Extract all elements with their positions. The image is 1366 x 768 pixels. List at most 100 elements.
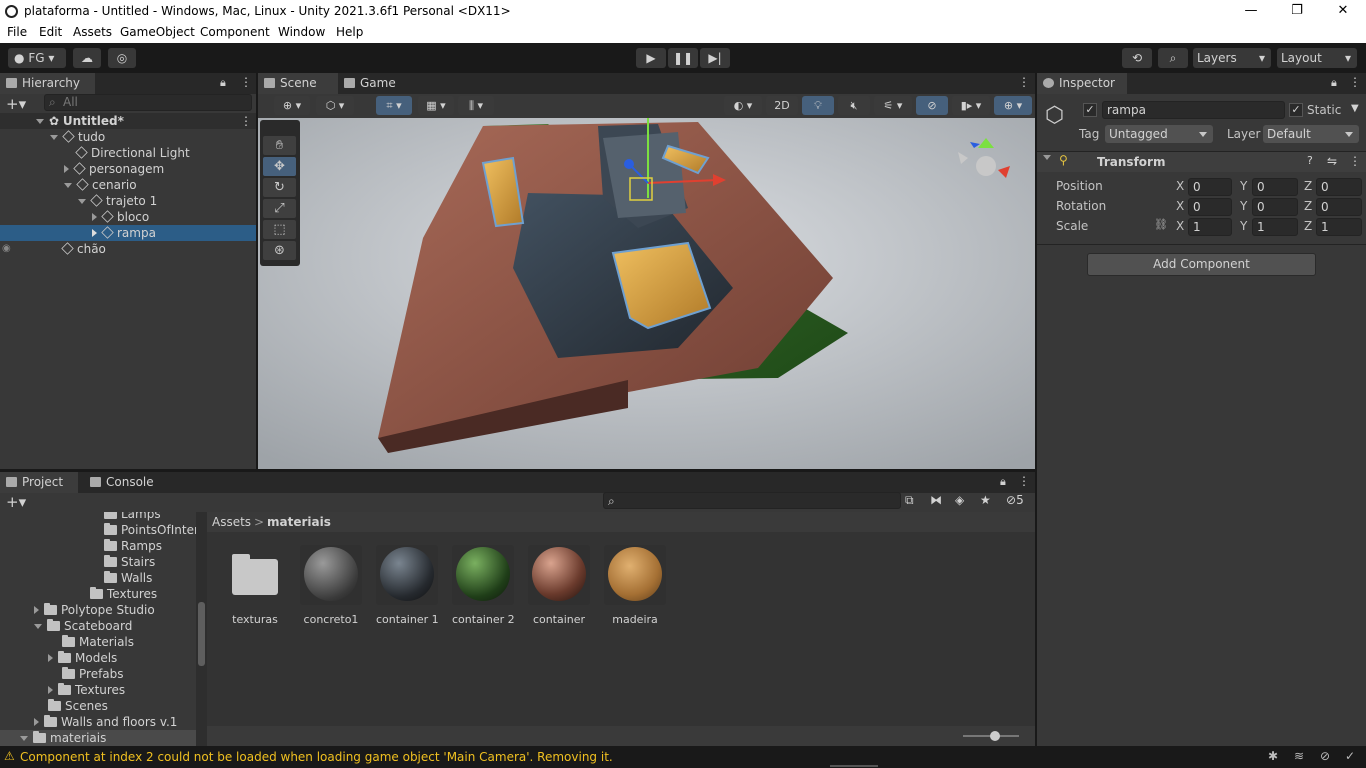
increment-snap-dropdown[interactable]: ⫼ ▾ [458, 96, 494, 115]
tab-game[interactable]: Game [338, 73, 408, 94]
status-message[interactable]: Component at index 2 could not be loaded… [20, 750, 613, 764]
tree-item-lamps[interactable]: Lamps [104, 512, 161, 522]
tab-hierarchy[interactable]: Hierarchy [0, 73, 95, 94]
lock-icon[interactable]: 🔒︎ [220, 76, 226, 90]
hierarchy-item-trajeto-1[interactable]: trajeto 1 [78, 193, 157, 209]
effects-dropdown[interactable]: ⚟ ▾ [874, 96, 912, 115]
tree-item-models[interactable]: Models [48, 650, 117, 666]
tree-item-materials[interactable]: Materials [62, 634, 134, 650]
hierarchy-search-input[interactable]: ⌕ All [44, 94, 252, 111]
menu-help[interactable]: Help [336, 25, 363, 39]
tab-scene[interactable]: Scene [258, 73, 338, 94]
menu-assets[interactable]: Assets [73, 25, 112, 39]
zoom-slider-thumb[interactable] [990, 731, 1000, 741]
hierarchy-item-personagem[interactable]: personagem [64, 161, 164, 177]
history-icon[interactable]: ⟲ [1122, 48, 1152, 68]
project-search-input[interactable]: ⌕ [603, 492, 901, 509]
filter-by-type-icon[interactable]: ⧓ [930, 493, 942, 507]
hand-tool-icon[interactable]: ✋︎ [263, 136, 296, 155]
scene-root-row[interactable]: ✿ Untitled* ⋮ [0, 113, 256, 129]
more-icon[interactable]: ⋮ [240, 113, 252, 129]
asset-texturas[interactable]: texturas [224, 545, 286, 626]
grid-snap-dropdown[interactable]: ⌗ ▾ [376, 96, 412, 115]
maximize-button[interactable]: ❐ [1274, 0, 1320, 23]
layer-dropdown[interactable]: Default [1263, 125, 1359, 143]
static-checkbox[interactable]: ✓ [1289, 103, 1303, 117]
presets-icon[interactable]: ⇋ [1327, 154, 1337, 168]
search-options-icon[interactable]: ⧉ [905, 493, 914, 508]
tree-item-walls-and-floors[interactable]: Walls and floors v.1 [34, 714, 177, 730]
hierarchy-item-bloco[interactable]: bloco [92, 209, 149, 225]
tree-item-walls[interactable]: Walls [104, 570, 152, 586]
asset-container-1[interactable]: container 1 [376, 545, 439, 626]
tree-item-scateboard[interactable]: Scateboard [34, 618, 132, 634]
menu-component[interactable]: Component [200, 25, 270, 39]
tree-item-ramps[interactable]: Ramps [104, 538, 162, 554]
transform-tool-icon[interactable]: ⊛ [263, 241, 296, 260]
tab-project[interactable]: Project [0, 472, 78, 493]
progress-check-icon[interactable]: ✓ [1345, 749, 1355, 763]
more-icon[interactable]: ⋮ [240, 75, 252, 89]
grid-dropdown[interactable]: ▦ ▾ [418, 96, 454, 115]
create-button[interactable]: +▾ [6, 493, 26, 511]
tree-item-polytope-studio[interactable]: Polytope Studio [34, 602, 155, 618]
tree-item-textures[interactable]: Textures [90, 586, 157, 602]
static-dropdown-icon[interactable]: ▼ [1351, 103, 1359, 114]
2d-toggle[interactable]: 2D [766, 96, 798, 115]
move-tool-icon[interactable]: ✥ [263, 157, 296, 176]
lock-icon[interactable]: 🔒︎ [1331, 76, 1337, 90]
lighting-toggle-icon[interactable]: 💡︎ [802, 96, 834, 115]
position-y-field[interactable]: 0 [1252, 178, 1298, 196]
tree-item-pointsofinterest[interactable]: PointsOfIntere [104, 522, 206, 538]
gameobject-icon[interactable]: ⬡ [1045, 103, 1064, 128]
gizmos-dropdown[interactable]: ⊕ ▾ [994, 96, 1032, 115]
minimize-button[interactable]: — [1228, 0, 1274, 23]
lock-icon[interactable]: 🔒︎ [1000, 475, 1006, 489]
add-button[interactable]: +▾ [6, 95, 26, 113]
collab-icon[interactable]: ◎ [108, 48, 136, 68]
hierarchy-item-chao[interactable]: ◉ chão [0, 241, 256, 257]
position-x-field[interactable]: 0 [1188, 178, 1232, 196]
shading-mode-dropdown[interactable]: ◐ ▾ [724, 96, 762, 115]
tool-handle-dropdown[interactable]: ⊕ ▾ [274, 96, 310, 115]
scale-x-field[interactable]: 1 [1188, 218, 1232, 236]
step-button[interactable]: ▶| [700, 48, 730, 68]
scale-tool-icon[interactable]: ⤢ [263, 199, 296, 218]
tree-item-materiais[interactable]: materiais [0, 730, 196, 746]
rotation-x-field[interactable]: 0 [1188, 198, 1232, 216]
hierarchy-item-cenario[interactable]: cenario [64, 177, 137, 193]
more-icon[interactable]: ⋮ [1349, 75, 1361, 89]
tree-item-scenes[interactable]: Scenes [48, 698, 108, 714]
pivot-dropdown[interactable]: ⬡ ▾ [316, 96, 354, 115]
pause-button[interactable]: ❚❚ [668, 48, 698, 68]
tag-dropdown[interactable]: Untagged [1105, 125, 1213, 143]
hidden-packages-icon[interactable]: ⊘5 [1006, 493, 1024, 507]
status-bar[interactable]: ⚠ Component at index 2 could not be load… [0, 747, 1366, 768]
tab-inspector[interactable]: Inspector [1037, 73, 1127, 94]
scrollbar-thumb[interactable] [198, 602, 205, 666]
close-button[interactable]: ✕ [1320, 0, 1366, 23]
account-dropdown[interactable]: ● FG ▾ [8, 48, 66, 68]
scale-z-field[interactable]: 1 [1316, 218, 1362, 236]
cloud-icon[interactable]: ☁ [73, 48, 101, 68]
asset-container-2[interactable]: container 2 [452, 545, 515, 626]
debug-icon[interactable]: ✱ [1268, 749, 1278, 763]
filter-by-label-icon[interactable]: ◈ [955, 493, 964, 507]
hidden-objects-icon[interactable]: ⊘ [916, 96, 948, 115]
tree-item-stairs[interactable]: Stairs [104, 554, 155, 570]
hierarchy-item-rampa[interactable]: rampa [0, 225, 256, 241]
help-icon[interactable]: ? [1307, 154, 1313, 167]
rect-tool-icon[interactable]: ⬚ [263, 220, 296, 239]
layers-dropdown[interactable]: Layers ▾ [1193, 48, 1271, 68]
menu-window[interactable]: Window [278, 25, 325, 39]
rotation-z-field[interactable]: 0 [1316, 198, 1362, 216]
play-button[interactable]: ▶ [636, 48, 666, 68]
active-checkbox[interactable]: ✓ [1083, 103, 1097, 117]
rotation-y-field[interactable]: 0 [1252, 198, 1298, 216]
layout-dropdown[interactable]: Layout ▾ [1277, 48, 1357, 68]
tree-item-textures-2[interactable]: Textures [48, 682, 125, 698]
add-component-button[interactable]: Add Component [1087, 253, 1316, 276]
constrain-proportions-icon[interactable]: ⛓ [1154, 218, 1168, 231]
object-name-input[interactable]: rampa [1102, 101, 1285, 119]
menu-edit[interactable]: Edit [39, 25, 62, 39]
